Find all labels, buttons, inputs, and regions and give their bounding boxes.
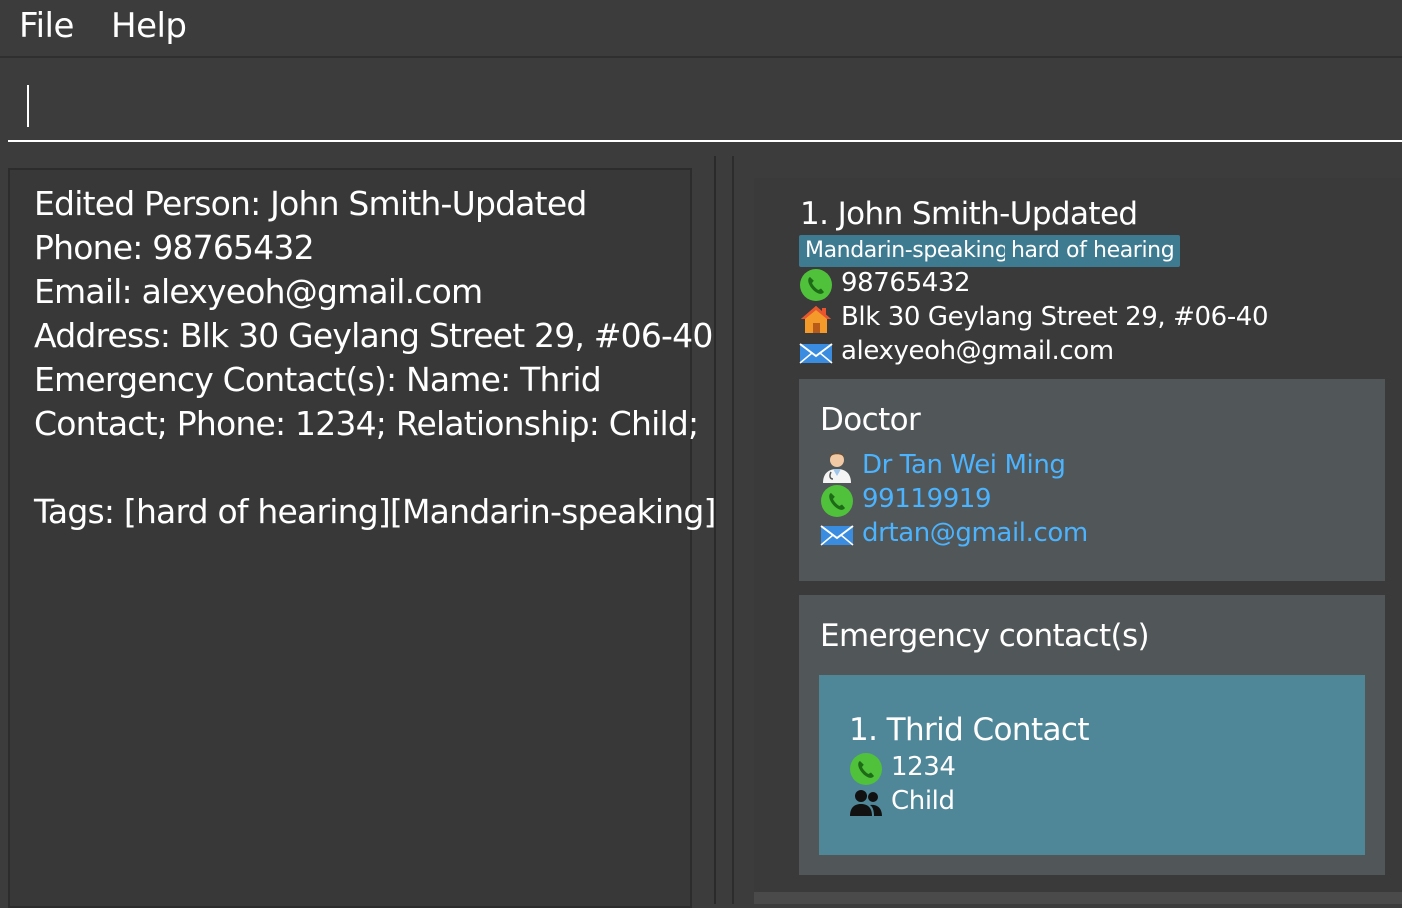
doctor-email[interactable]: drtan@gmail.com — [862, 518, 1088, 548]
result-line: Address: Blk 30 Geylang Street 29, #06-4… — [34, 316, 713, 355]
emergency-contact-phone: 1234 — [891, 752, 956, 782]
doctor-phone[interactable]: 99119919 — [862, 484, 992, 514]
person-address-row: Blk 30 Geylang Street 29, #06-40 — [799, 302, 1299, 336]
result-line-blank — [34, 446, 684, 490]
next-card-edge — [754, 892, 1402, 904]
result-line: Phone: 98765432 — [34, 228, 315, 267]
result-line: Edited Person: John Smith-Updated — [34, 184, 587, 223]
doctor-name-row: Dr Tan Wei Ming — [820, 450, 1220, 484]
result-line: Email: alexyeoh@gmail.com — [34, 272, 483, 311]
menu-bar: File Help — [0, 0, 1402, 58]
people-icon — [850, 790, 882, 816]
email-icon — [820, 525, 854, 546]
menu-file[interactable]: File — [19, 6, 74, 46]
text-caret — [27, 85, 29, 127]
phone-icon — [850, 753, 882, 785]
person-email: alexyeoh@gmail.com — [841, 336, 1114, 366]
doctor-email-row: drtan@gmail.com — [820, 518, 1220, 552]
result-line: Tags: [hard of hearing][Mandarin-speakin… — [34, 492, 716, 531]
person-email-row: alexyeoh@gmail.com — [799, 336, 1199, 370]
doctor-icon — [823, 453, 851, 483]
emergency-relationship-row: Child — [849, 786, 1149, 820]
emergency-contact-name: 1. Thrid Contact — [849, 712, 1090, 748]
person-name: 1. John Smith-Updated — [800, 196, 1138, 232]
emergency-contact-relationship: Child — [891, 786, 955, 816]
doctor-phone-row: 99119919 — [820, 484, 1220, 518]
phone-icon — [800, 269, 832, 301]
emergency-section-title: Emergency contact(s) — [820, 618, 1150, 654]
doctor-name[interactable]: Dr Tan Wei Ming — [862, 450, 1066, 480]
command-box-area — [0, 60, 1402, 144]
tag-mandarin-speaking: Mandarin-speaking — [799, 235, 1015, 267]
home-icon — [801, 306, 831, 333]
person-phone: 98765432 — [841, 268, 971, 298]
tag-hard-of-hearing: hard of hearing — [1005, 235, 1181, 267]
result-display: Edited Person: John Smith-Updated Phone:… — [8, 168, 716, 908]
person-phone-row: 98765432 — [799, 268, 1199, 302]
pane-splitter[interactable] — [714, 156, 716, 904]
result-line: Contact; Phone: 1234; Relationship: Chil… — [34, 404, 699, 443]
result-line: Emergency Contact(s): Name: Thrid — [34, 360, 602, 399]
emergency-phone-row: 1234 — [849, 752, 1149, 786]
email-icon — [799, 343, 833, 364]
phone-icon — [821, 485, 853, 517]
person-address: Blk 30 Geylang Street 29, #06-40 — [841, 302, 1269, 332]
doctor-section-title: Doctor — [820, 402, 921, 438]
result-text: Edited Person: John Smith-Updated Phone:… — [34, 182, 716, 534]
menu-help[interactable]: Help — [111, 6, 187, 46]
command-input[interactable] — [8, 60, 1402, 142]
